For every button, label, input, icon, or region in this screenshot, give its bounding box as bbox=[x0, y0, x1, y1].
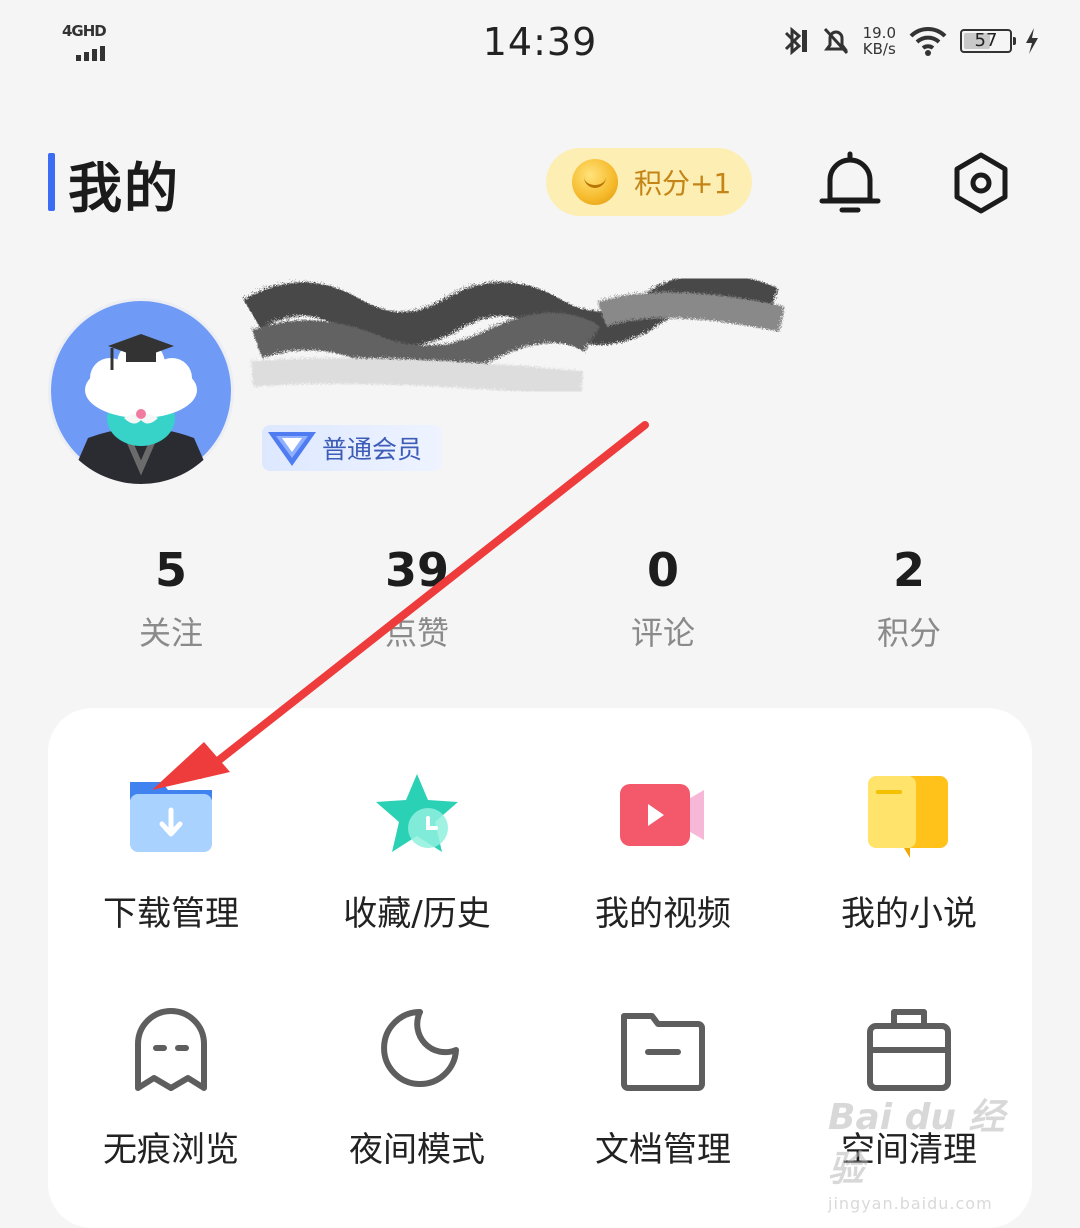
menu-item-label: 夜间模式 bbox=[349, 1130, 485, 1170]
network-speed: 19.0 KB/s bbox=[863, 25, 896, 57]
stat-value: 0 bbox=[646, 543, 679, 597]
stat-following[interactable]: 5 关注 bbox=[48, 540, 294, 660]
title-accent-bar bbox=[48, 153, 55, 211]
document-folder-icon bbox=[621, 1013, 705, 1091]
settings-icon[interactable] bbox=[950, 150, 1012, 216]
avatar[interactable] bbox=[48, 298, 234, 484]
page-title: 我的 bbox=[68, 157, 180, 220]
menu-item-label: 无痕浏览 bbox=[103, 1130, 239, 1170]
speed-value: 19.0 bbox=[862, 24, 896, 42]
video-camera-icon bbox=[620, 784, 704, 846]
menu-item-label: 我的视频 bbox=[595, 894, 731, 934]
menu-item-night-mode[interactable]: 夜间模式 bbox=[294, 944, 540, 1180]
stat-label: 关注 bbox=[138, 614, 203, 652]
vip-chevron-icon bbox=[268, 432, 316, 466]
mute-bell-icon bbox=[823, 27, 848, 55]
stat-label: 评论 bbox=[630, 614, 695, 652]
menu-item-my-novels[interactable]: 我的小说 bbox=[786, 708, 1032, 944]
stat-likes[interactable]: 39 点赞 bbox=[294, 540, 540, 660]
stats-row: 5 关注 39 点赞 0 评论 2 积分 bbox=[48, 540, 1032, 660]
stat-value: 5 bbox=[154, 543, 187, 597]
menu-item-label: 收藏/历史 bbox=[343, 894, 491, 934]
member-badge[interactable]: 普通会员 bbox=[262, 425, 442, 471]
username-redacted bbox=[241, 272, 783, 395]
menu-item-documents[interactable]: 文档管理 bbox=[540, 944, 786, 1180]
menu-item-label: 我的小说 bbox=[841, 894, 977, 934]
battery-level: 57 bbox=[974, 30, 998, 51]
menu-item-incognito[interactable]: 无痕浏览 bbox=[48, 944, 294, 1180]
bluetooth-icon bbox=[784, 26, 807, 56]
watermark-url: jingyan.baidu.com bbox=[828, 1194, 993, 1213]
status-icons: 19.0 KB/s 57 bbox=[779, 24, 1040, 58]
notification-bell-icon[interactable] bbox=[818, 150, 882, 216]
stat-label: 积分 bbox=[876, 614, 941, 652]
download-folder-icon bbox=[130, 782, 212, 852]
stat-points[interactable]: 2 积分 bbox=[786, 540, 1032, 660]
speed-unit: KB/s bbox=[862, 40, 896, 58]
status-bar: 4GHD 14:39 19.0 KB/s 57 bbox=[0, 0, 1080, 90]
moon-icon bbox=[381, 1009, 459, 1087]
cleanup-bag-icon bbox=[867, 1009, 951, 1091]
baidu-watermark: Bai du 经验 jingyan.baidu.com bbox=[828, 1088, 1028, 1213]
menu-item-download[interactable]: 下载管理 bbox=[48, 708, 294, 944]
book-icon bbox=[868, 776, 948, 858]
stat-comments[interactable]: 0 评论 bbox=[540, 540, 786, 660]
member-badge-label: 普通会员 bbox=[322, 435, 423, 464]
menu-item-label: 文档管理 bbox=[595, 1130, 731, 1170]
menu-item-label: 下载管理 bbox=[103, 894, 239, 934]
wifi-icon bbox=[909, 26, 947, 56]
points-button-label: 积分+1 bbox=[634, 167, 732, 200]
coin-icon bbox=[572, 159, 618, 205]
stat-value: 2 bbox=[892, 543, 925, 597]
ghost-icon bbox=[135, 1008, 207, 1091]
stat-label: 点赞 bbox=[384, 614, 449, 652]
star-clock-icon bbox=[376, 774, 458, 852]
watermark-text: Bai du 经验 bbox=[828, 1097, 1005, 1190]
battery-icon: 57 bbox=[960, 29, 1016, 53]
avatar-mascot-icon bbox=[51, 301, 231, 484]
charging-icon bbox=[1026, 28, 1038, 54]
stat-value: 39 bbox=[384, 543, 449, 597]
points-button[interactable]: 积分+1 bbox=[546, 148, 752, 216]
menu-item-favorites-history[interactable]: 收藏/历史 bbox=[294, 708, 540, 944]
menu-item-my-videos[interactable]: 我的视频 bbox=[540, 708, 786, 944]
